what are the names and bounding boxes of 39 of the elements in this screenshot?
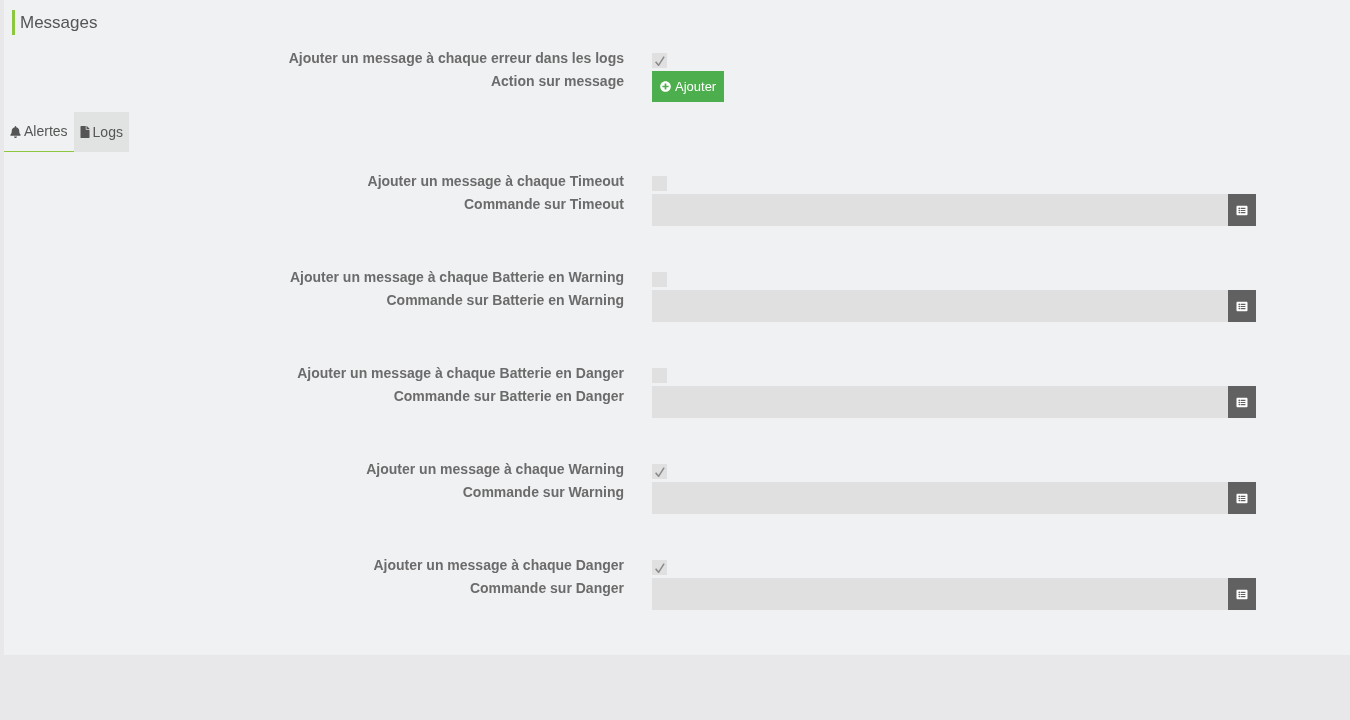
input-field[interactable] [652, 290, 1228, 322]
section-title: Messages [20, 11, 98, 34]
input-field[interactable] [652, 386, 1228, 418]
checkbox[interactable] [652, 560, 667, 575]
list-button[interactable] [1228, 290, 1256, 322]
input-field[interactable] [652, 578, 1228, 610]
tab[interactable]: Alertes [4, 112, 74, 152]
field-label: Commande sur Timeout [464, 195, 624, 214]
check-icon [654, 55, 665, 66]
field-label: Ajouter un message à chaque Batterie en Danger [297, 364, 624, 383]
file-icon [79, 126, 90, 138]
field-label: Ajouter un message à chaque Warning [366, 460, 624, 479]
tab[interactable]: Logs [73, 112, 129, 152]
check-icon [654, 562, 665, 573]
field-label: Ajouter un message à chaque Batterie en Warning [290, 268, 624, 287]
input-field[interactable] [652, 482, 1228, 514]
input-field[interactable] [652, 194, 1228, 226]
field-label: Commande sur Batterie en Warning [386, 291, 624, 310]
plus-icon [660, 81, 671, 92]
list-button[interactable] [1228, 386, 1256, 418]
check-icon [654, 466, 665, 477]
field-label: Commande sur Warning [462, 483, 624, 502]
checkbox[interactable] [652, 464, 667, 479]
list-icon [1236, 492, 1248, 504]
field-label: Ajouter un message à chaque erreur dans les logs [288, 49, 624, 68]
field-label: Action sur message [490, 72, 624, 91]
list-button[interactable] [1228, 578, 1256, 610]
list-icon [1236, 300, 1248, 312]
field-label: Commande sur Danger [469, 579, 624, 598]
list-button[interactable] [1228, 482, 1256, 514]
checkbox[interactable] [652, 53, 667, 68]
list-icon [1236, 204, 1248, 216]
field-label: Ajouter un message à chaque Danger [373, 556, 624, 575]
field-label: Ajouter un message à chaque Timeout [367, 172, 624, 191]
list-icon [1236, 396, 1248, 408]
field-label: Commande sur Batterie en Danger [393, 387, 624, 406]
bell-icon [10, 125, 21, 138]
list-button[interactable] [1228, 194, 1256, 226]
list-icon [1236, 588, 1248, 600]
